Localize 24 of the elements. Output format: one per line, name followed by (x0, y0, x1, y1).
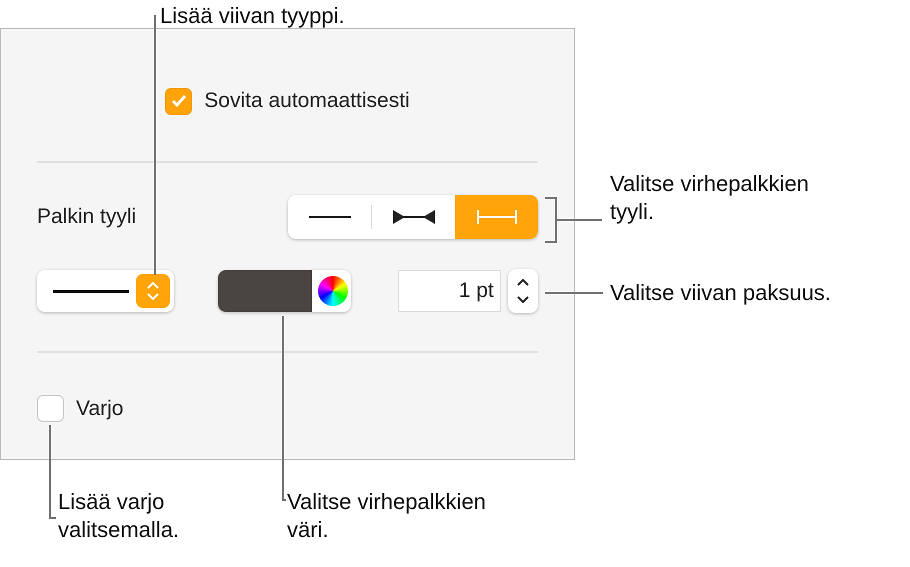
capped-line-icon (476, 210, 518, 224)
checkbox[interactable] (37, 395, 64, 422)
callout-text: Valitse virhepalkkien väri. (287, 488, 487, 544)
line-style-popup[interactable] (37, 270, 174, 312)
checkmark-icon (170, 94, 187, 108)
color-well[interactable] (218, 270, 351, 312)
callout-text: Lisää varjo valitsemalla. (58, 488, 180, 544)
line-sample-icon (53, 290, 129, 292)
line-icon (308, 216, 350, 218)
callout-text: Valitse viivan paksuus. (610, 279, 832, 307)
checkbox[interactable] (165, 88, 192, 114)
up-down-chevrons-icon (516, 279, 529, 303)
bar-style-label: Palkin tyyli (37, 205, 136, 229)
thickness-field[interactable]: 1 pt (398, 270, 501, 312)
color-wheel-icon (318, 276, 348, 306)
callout-text: Valitse virhepalkkien tyyli. (610, 170, 810, 226)
up-down-icon (136, 274, 170, 308)
arrowheads-line-icon (392, 210, 434, 224)
leader-line (545, 292, 603, 294)
checkbox-label: Sovita automaattisesti (204, 89, 410, 113)
leader-line (544, 197, 603, 243)
checkbox-label: Varjo (76, 396, 124, 420)
callout-text: Lisää viivan tyyppi. (160, 2, 346, 30)
stepper[interactable] (508, 269, 538, 313)
